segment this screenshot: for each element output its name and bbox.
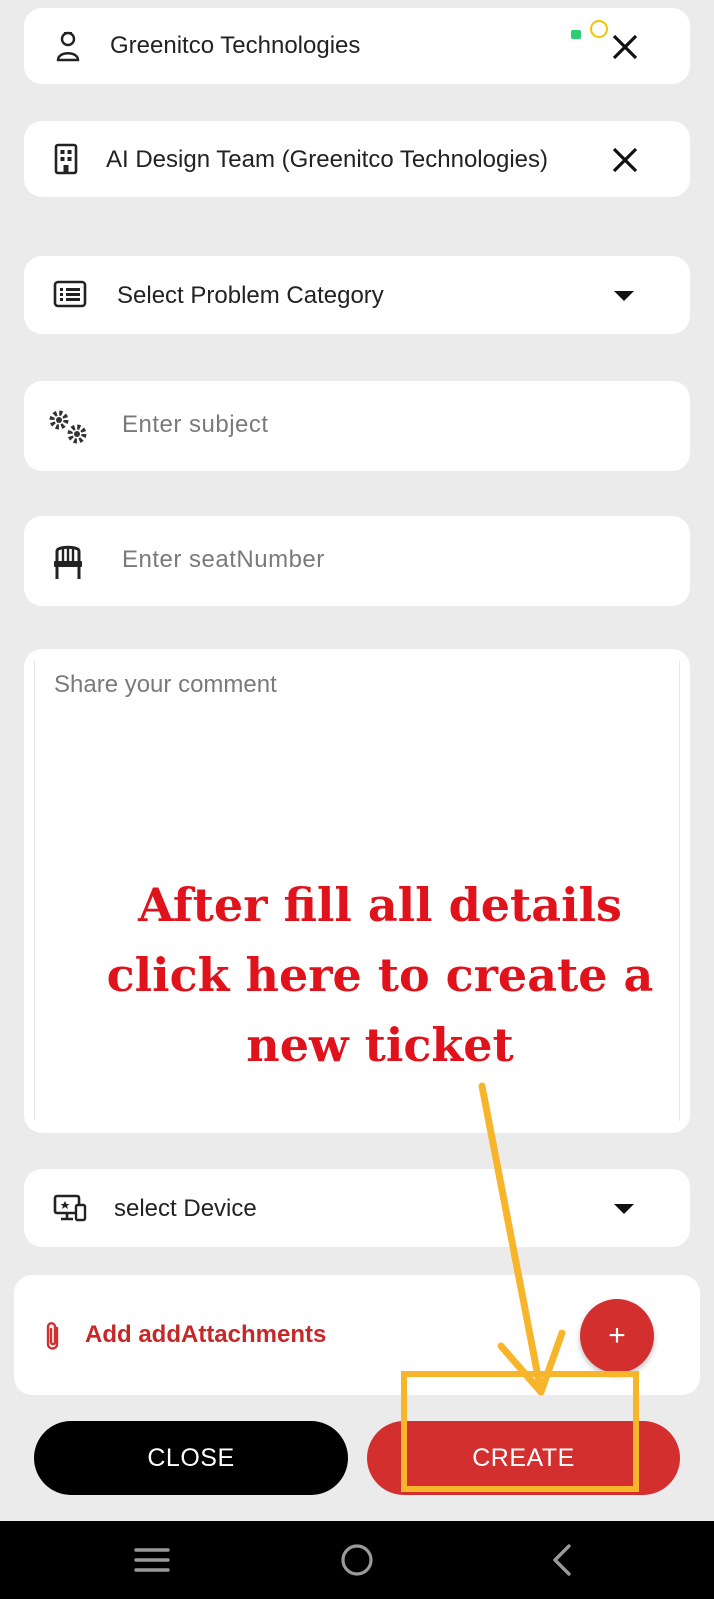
comment-placeholder: Share your comment — [54, 671, 277, 698]
create-button-label: CREATE — [472, 1443, 575, 1472]
textarea-edge — [679, 661, 680, 1121]
close-button-label: CLOSE — [147, 1443, 235, 1472]
status-indicator-icon — [571, 30, 581, 39]
device-dropdown[interactable]: select Device — [24, 1169, 690, 1247]
annotation-line: After fill all details — [138, 878, 622, 932]
subject-input[interactable]: Enter subject — [24, 381, 690, 471]
create-button[interactable]: CREATE — [367, 1421, 680, 1495]
attachments-card: Add addAttachments + — [14, 1275, 700, 1395]
category-value: Select Problem Category — [117, 282, 384, 309]
device-icon — [52, 1191, 88, 1225]
device-value: select Device — [114, 1195, 257, 1222]
annotation-line: new ticket — [246, 1018, 514, 1072]
problem-category-dropdown[interactable]: Select Problem Category — [24, 256, 690, 334]
company-field[interactable]: Greenitco Technologies — [24, 8, 690, 84]
paperclip-icon — [42, 1319, 64, 1353]
add-attachments-link[interactable]: Add addAttachments — [85, 1321, 326, 1349]
close-button[interactable]: CLOSE — [34, 1421, 348, 1495]
plus-icon: + — [608, 1319, 626, 1352]
sync-icon — [590, 20, 608, 38]
seat-number-input[interactable]: Enter seatNumber — [24, 516, 690, 606]
add-attachment-button[interactable]: + — [580, 1299, 654, 1373]
clear-company-icon[interactable] — [610, 32, 640, 62]
seat-placeholder: Enter seatNumber — [122, 546, 325, 573]
list-icon — [52, 278, 88, 310]
chair-icon — [50, 542, 86, 582]
textarea-edge — [34, 661, 35, 1121]
instruction-annotation: After fill all details click here to cre… — [90, 870, 670, 1080]
building-icon — [52, 141, 80, 177]
company-value: Greenitco Technologies — [110, 32, 361, 59]
chevron-down-icon — [614, 291, 634, 301]
clear-team-icon[interactable] — [610, 145, 640, 175]
home-icon[interactable] — [340, 1543, 374, 1577]
team-value: AI Design Team (Greenitco Technologies) — [106, 146, 549, 173]
recent-apps-icon[interactable] — [134, 1546, 170, 1574]
back-icon[interactable] — [550, 1543, 574, 1577]
gears-icon — [44, 407, 92, 447]
system-navigation-bar — [0, 1521, 714, 1599]
user-icon — [52, 28, 84, 64]
annotation-line: click here to create a — [106, 948, 654, 1002]
subject-placeholder: Enter subject — [122, 411, 269, 438]
team-field[interactable]: AI Design Team (Greenitco Technologies) — [24, 121, 690, 197]
chevron-down-icon — [614, 1204, 634, 1214]
